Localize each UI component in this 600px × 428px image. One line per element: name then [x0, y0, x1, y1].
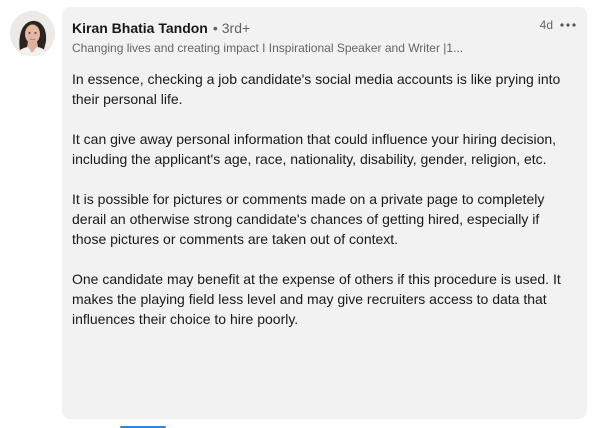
comment-paragraph-3: It is possible for pictures or comments … — [72, 191, 545, 247]
author-headline: Changing lives and creating impact I Ins… — [72, 41, 464, 55]
separator-bullet: • — [212, 20, 218, 36]
author-name-link[interactable]: Kiran Bhatia Tandon — [72, 19, 208, 37]
connection-degree: 3rd+ — [221, 20, 251, 36]
comment-timestamp: 4d — [539, 18, 553, 32]
ellipsis-icon — [560, 23, 576, 27]
avatar-photo — [10, 11, 55, 56]
comment-paragraph-4: One candidate may benefit at the expense… — [72, 271, 561, 327]
comment-paragraph-2: It can give away personal information th… — [72, 131, 557, 167]
author-line: Kiran Bhatia Tandon • 3rd+ — [72, 19, 577, 37]
comment-bubble: Kiran Bhatia Tandon • 3rd+ Changing live… — [62, 7, 587, 419]
comment-header: Kiran Bhatia Tandon • 3rd+ Changing live… — [72, 19, 577, 59]
comment-paragraph-1: In essence, checking a job candidate's s… — [72, 71, 561, 107]
author-avatar[interactable] — [10, 11, 55, 56]
more-options-button[interactable] — [559, 17, 577, 33]
comment-text: In essence, checking a job candidate's s… — [72, 69, 572, 329]
comment-meta: 4d — [540, 17, 577, 33]
